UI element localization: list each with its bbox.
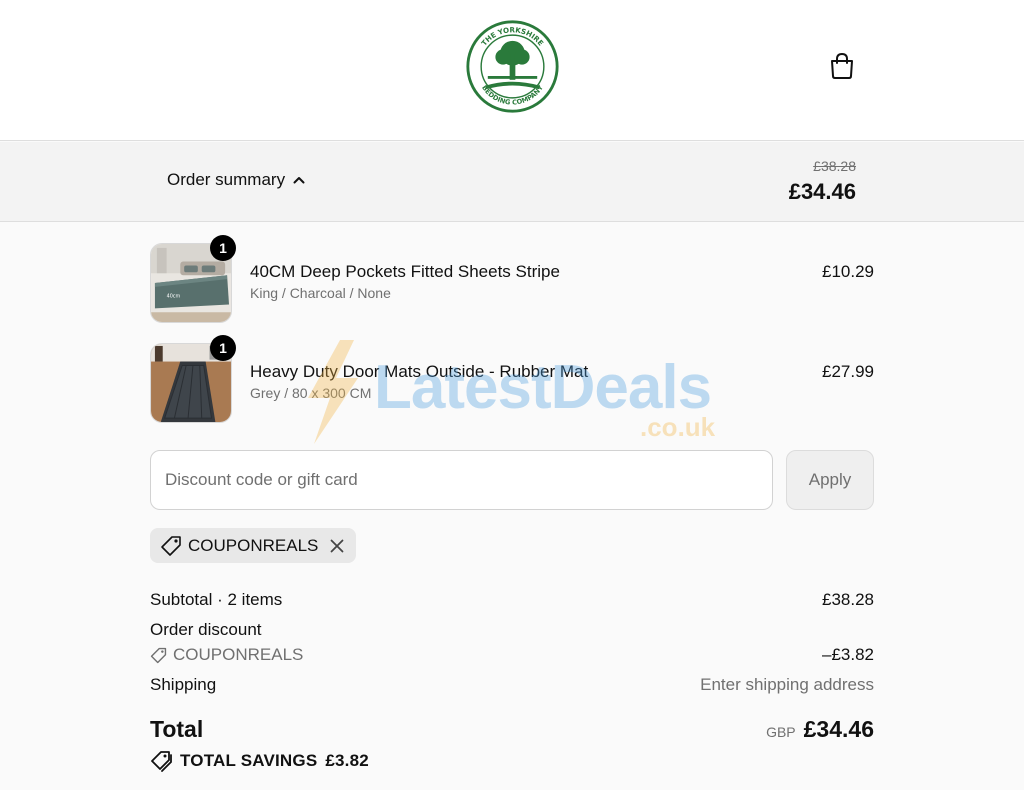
total-savings-label: TOTAL SAVINGS bbox=[180, 751, 318, 770]
item-title: Heavy Duty Door Mats Outside - Rubber Ma… bbox=[250, 362, 589, 381]
original-price: £38.28 bbox=[813, 158, 856, 174]
order-summary-label: Order summary bbox=[167, 170, 286, 189]
total-value-group: GBP £34.46 bbox=[766, 716, 874, 743]
close-icon bbox=[330, 539, 344, 552]
item-price: £10.29 bbox=[822, 262, 874, 281]
item-variant: King / Charcoal / None bbox=[250, 285, 391, 301]
order-summary-toggle[interactable]: Order summary bbox=[167, 170, 305, 190]
discount-code-line: COUPONREALS bbox=[150, 645, 303, 665]
tag-icon bbox=[161, 535, 181, 556]
total-amount: £34.46 bbox=[803, 716, 874, 742]
subtotal-value: £38.28 bbox=[822, 590, 874, 609]
shipping-label: Shipping bbox=[150, 675, 217, 694]
total-savings-value: £3.82 bbox=[325, 751, 369, 770]
chevron-up-icon bbox=[293, 177, 305, 184]
shopping-bag-icon bbox=[831, 52, 853, 79]
total-label: Total bbox=[150, 716, 204, 742]
discount-value: –£3.82 bbox=[822, 645, 874, 664]
discount-code-input[interactable] bbox=[150, 450, 773, 510]
subtotal-label: Subtotal · 2 items bbox=[150, 590, 283, 609]
applied-coupon-code: COUPONREALS bbox=[188, 535, 319, 555]
discount-code-name: COUPONREALS bbox=[173, 645, 304, 664]
shipping-value: Enter shipping address bbox=[700, 675, 874, 694]
applied-coupon-tag: COUPONREALS bbox=[150, 528, 357, 563]
tag-icon bbox=[150, 647, 167, 663]
line-item: 40cm 1 40CM Deep Pockets Fitted Sheets S… bbox=[150, 235, 874, 323]
item-variant: Grey / 80 x 300 CM bbox=[250, 385, 372, 401]
item-title: 40CM Deep Pockets Fitted Sheets Stripe bbox=[250, 262, 560, 281]
item-price: £27.99 bbox=[822, 362, 874, 381]
currency-code: GBP bbox=[766, 724, 796, 740]
tags-icon bbox=[151, 751, 172, 772]
summary-total-price: £34.46 bbox=[788, 179, 856, 204]
remove-coupon-button[interactable] bbox=[330, 539, 344, 553]
line-item: 1 Heavy Duty Door Mats Outside - Rubber … bbox=[150, 335, 874, 423]
order-discount-label: Order discount bbox=[150, 620, 262, 639]
order-summary-bar: Order summary £38.28 £34.46 bbox=[0, 142, 1024, 222]
quantity-badge: 1 bbox=[210, 335, 236, 361]
svg-text:40cm: 40cm bbox=[167, 294, 181, 300]
apply-discount-button[interactable]: Apply bbox=[786, 450, 874, 510]
site-header: THE YORKSHIRE BEDDING COMPANY bbox=[0, 0, 1024, 141]
cart-button[interactable] bbox=[826, 50, 858, 82]
brand-logo[interactable]: THE YORKSHIRE BEDDING COMPANY bbox=[465, 19, 560, 114]
total-savings: TOTAL SAVINGS £3.82 bbox=[150, 750, 369, 772]
quantity-badge: 1 bbox=[210, 235, 236, 261]
